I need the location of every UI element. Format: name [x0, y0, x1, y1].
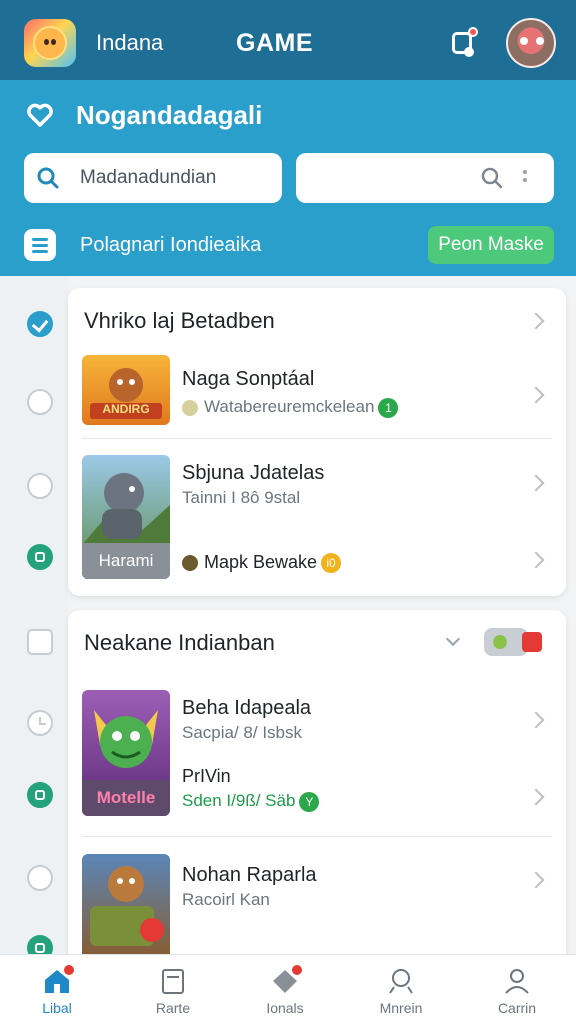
game-extra: Mapk Bewake i0	[182, 552, 342, 574]
game-art-icon	[90, 866, 164, 946]
chevron-right-icon[interactable]	[527, 788, 545, 806]
chevron-right-icon[interactable]	[527, 312, 545, 330]
notification-icon[interactable]	[446, 27, 480, 61]
divider	[82, 836, 552, 837]
list-icon	[24, 229, 56, 261]
game-list-card: Neakane Indianban Motelle Beha Idapeala …	[68, 610, 566, 970]
check-badge: Y	[299, 791, 320, 812]
selection-rail	[0, 276, 68, 954]
pro-mode-button[interactable]: Peon Maske	[428, 226, 554, 264]
count-badge: 1	[378, 397, 399, 418]
game-thumbnail[interactable]	[82, 854, 170, 964]
profile-avatar[interactable]	[506, 18, 556, 68]
chevron-right-icon[interactable]	[527, 386, 545, 404]
game-meta: Racoirl Kan	[182, 890, 270, 909]
select-checkbox-4[interactable]	[27, 544, 53, 570]
more-options-icon[interactable]	[522, 168, 528, 188]
top-bar: Indana GAME	[0, 0, 576, 80]
nav-label: Libal	[42, 1000, 72, 1016]
notification-dot	[62, 963, 76, 977]
select-checkbox-3[interactable]	[27, 473, 53, 499]
select-checkbox-6[interactable]	[27, 710, 53, 736]
section-title: Nogandadagali	[76, 100, 263, 130]
chevron-down-icon[interactable]	[445, 631, 461, 647]
bottom-navigation: Libal Rarte Ionals Mnrein Carrin	[0, 954, 576, 1024]
game-meta: Sacpia/ 8/ Isbsk	[182, 723, 303, 742]
brand-name: Indana	[96, 30, 164, 55]
search-field-primary[interactable]	[24, 153, 282, 203]
app-logo-icon[interactable]	[24, 19, 76, 67]
card-title: Neakane Indianban	[84, 630, 275, 655]
search-icon[interactable]	[480, 166, 504, 190]
game-thumbnail[interactable]: Harami	[82, 455, 170, 579]
game-meta: Watabereuremckelean 1	[182, 397, 399, 418]
nav-label: Rarte	[155, 1000, 191, 1016]
notification-dot	[290, 963, 304, 977]
page-title: GAME	[236, 29, 313, 57]
heart-icon	[27, 103, 53, 127]
toy-sticker-icon	[484, 628, 542, 656]
profile-icon	[505, 969, 529, 994]
chevron-right-icon[interactable]	[527, 551, 545, 569]
game-subname: PrIVin	[182, 766, 231, 786]
select-checkbox-5[interactable]	[27, 629, 53, 655]
nav-label: Mnrein	[379, 1000, 423, 1016]
search-field-secondary[interactable]	[296, 153, 554, 203]
search-input[interactable]	[80, 164, 270, 192]
chevron-right-icon[interactable]	[527, 871, 545, 889]
clipboard-icon	[162, 969, 184, 994]
search-icon	[37, 167, 59, 189]
thumbnail-label: ANDIRG	[102, 402, 150, 416]
game-meta: Tainni I 8ô 9stal	[182, 488, 301, 507]
thumbnail-label: Motelle	[82, 780, 170, 816]
card-title: Vhriko laj Betadben	[84, 308, 275, 333]
game-thumbnail[interactable]: Motelle	[82, 690, 170, 816]
game-thumbnail[interactable]: ANDIRG	[82, 355, 170, 425]
game-name: Naga Sonptáal	[182, 368, 315, 390]
game-list-card: Vhriko laj Betadben ANDIRG Naga Sonptáal…	[68, 288, 566, 596]
select-checkbox-8[interactable]	[27, 865, 53, 891]
select-checkbox-7[interactable]	[27, 782, 53, 808]
game-name: Sbjuna Jdatelas	[182, 462, 325, 484]
count-badge: i0	[321, 553, 342, 574]
nav-home[interactable]: Libal	[12, 955, 102, 1024]
nav-rarte[interactable]: Rarte	[128, 955, 218, 1024]
select-checkbox-1[interactable]	[27, 311, 53, 337]
thumbnail-label: Harami	[82, 543, 170, 579]
chevron-right-icon[interactable]	[527, 474, 545, 492]
search-icon	[389, 969, 413, 994]
tag-icon	[182, 399, 198, 416]
game-submeta: Sden I/9ß/ Säb Y	[182, 791, 320, 812]
nav-label: Ionals	[266, 1000, 304, 1016]
chevron-right-icon[interactable]	[527, 711, 545, 729]
nav-mnrein[interactable]: Mnrein	[356, 955, 446, 1024]
select-checkbox-2[interactable]	[27, 389, 53, 415]
game-name: Nohan Raparla	[182, 864, 317, 886]
hero-subtitle: Polagnari Iondieaika	[80, 234, 262, 256]
coin-icon	[182, 555, 198, 572]
nav-label: Carrin	[497, 1000, 537, 1016]
divider	[82, 438, 552, 439]
nav-carrin[interactable]: Carrin	[472, 955, 562, 1024]
game-name: Beha Idapeala	[182, 697, 312, 719]
nav-ionals[interactable]: Ionals	[240, 955, 330, 1024]
